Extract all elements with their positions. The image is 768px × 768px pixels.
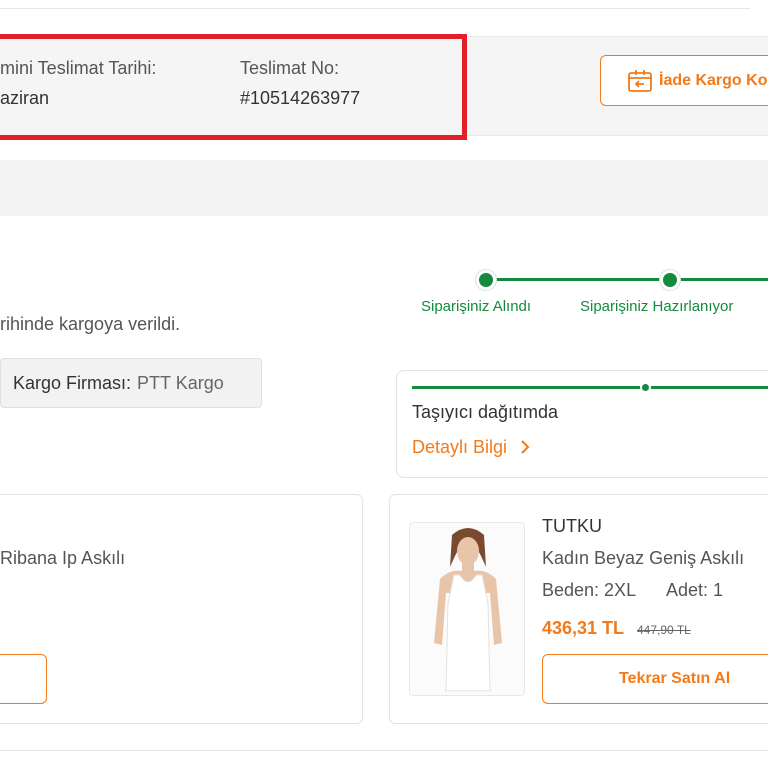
- bottom-divider: [0, 750, 768, 751]
- highlight-frame: [0, 34, 467, 140]
- return-cargo-button[interactable]: İade Kargo Ko: [600, 55, 768, 106]
- rebuy-button[interactable]: Tekrar Satın Al: [542, 654, 768, 704]
- product-image[interactable]: [409, 522, 525, 696]
- top-divider: [0, 8, 750, 9]
- detail-info-label: Detaylı Bilgi: [412, 437, 508, 457]
- section-band: [0, 160, 768, 216]
- tracker-step-2-dot: [660, 270, 680, 290]
- return-box-icon: [627, 69, 653, 93]
- tracker-step-2-label: Siparişiniz Hazırlanıyor: [580, 298, 734, 315]
- status-progress-marker: [640, 382, 651, 393]
- product-name[interactable]: Kadın Beyaz Geniş Askılı: [542, 548, 744, 569]
- chevron-right-icon: [515, 437, 530, 457]
- product-card-left: [0, 494, 363, 724]
- cargo-company-key: Kargo Firması:: [13, 372, 132, 393]
- return-cargo-label: İade Kargo Ko: [659, 71, 768, 89]
- status-progress-bar: [412, 386, 768, 389]
- left-rebuy-button[interactable]: [0, 654, 47, 704]
- tracker-step-1-label: Siparişiniz Alındı: [421, 298, 532, 315]
- detail-info-link[interactable]: Detaylı Bilgi: [412, 437, 530, 458]
- product-brand: TUTKU: [542, 516, 602, 536]
- shipment-status-text: Taşıyıcı dağıtımda: [412, 402, 559, 422]
- shipped-info-text: rihinde kargoya verildi.: [0, 314, 181, 334]
- cargo-company-value: PTT Kargo: [137, 372, 224, 393]
- product-old-price: 447,90 TL: [637, 623, 691, 637]
- product-left-name: Ribana Ip Askılı: [0, 548, 126, 568]
- tracker-step-1-dot: [476, 270, 496, 290]
- tracker-line: [486, 278, 768, 281]
- product-price: 436,31 TL: [542, 618, 625, 638]
- cargo-company-chip: Kargo Firması: PTT Kargo: [0, 358, 262, 408]
- product-quantity: Adet: 1: [666, 580, 724, 600]
- product-size: Beden: 2XL: [542, 580, 637, 600]
